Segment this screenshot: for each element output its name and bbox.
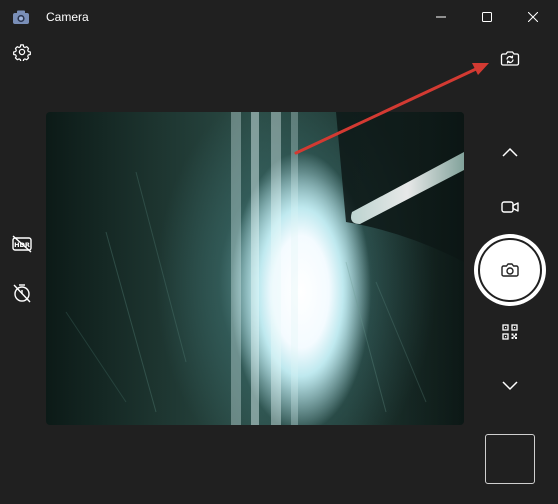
qr-code-mode-button[interactable] [496,318,524,346]
title-bar: Camera [0,0,558,34]
close-button[interactable] [510,0,556,34]
video-mode-button[interactable] [496,193,524,221]
minimize-icon [436,16,446,18]
scroll-up-button[interactable] [496,138,524,166]
maximize-icon [482,12,492,22]
shutter-ring [478,238,542,302]
timer-off-icon [13,284,31,303]
maximize-button[interactable] [464,0,510,34]
camera-app-icon [12,9,30,25]
last-capture-thumbnail[interactable] [485,434,535,484]
scroll-down-button[interactable] [496,372,524,400]
switch-camera-icon [500,51,520,66]
camera-preview [46,112,464,425]
hdr-off-icon: HDR [12,235,32,253]
close-icon [528,12,538,22]
window-title: Camera [46,10,89,24]
preview-image [65,112,464,425]
chevron-up-icon [502,147,518,157]
chevron-down-icon [502,381,518,391]
qr-code-icon [502,324,518,340]
camera-window: Camera HDR [0,0,558,504]
hdr-button[interactable]: HDR [8,230,36,258]
video-camera-icon [501,201,519,213]
take-photo-button[interactable] [474,234,546,306]
gear-icon [13,44,31,61]
timer-button[interactable] [8,279,36,307]
camera-icon [501,263,519,277]
switch-camera-button[interactable] [496,44,524,72]
minimize-button[interactable] [418,0,464,34]
settings-button[interactable] [8,38,36,66]
